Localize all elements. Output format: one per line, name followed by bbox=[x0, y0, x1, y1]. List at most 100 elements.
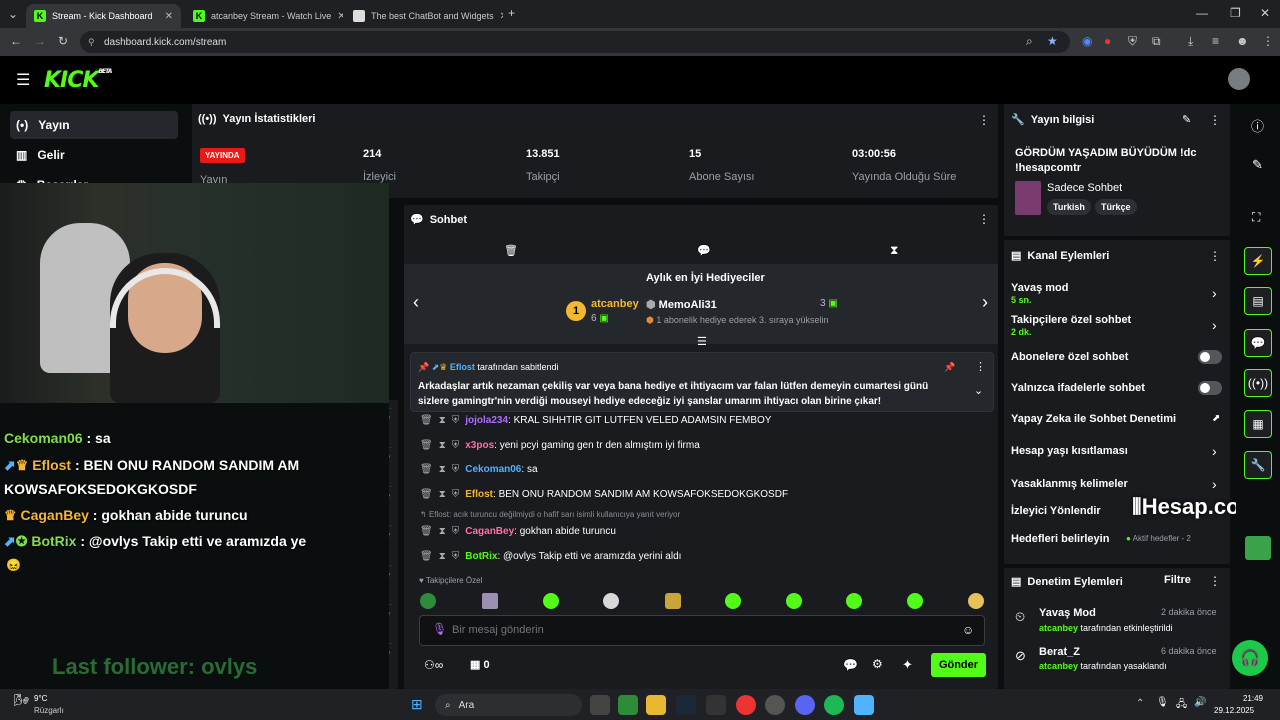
chat-bubble-icon[interactable]: 💬 bbox=[843, 658, 858, 672]
chat-message[interactable]: 🗑 ⧗ ⛨ CaganBey: gokhan abide turuncu bbox=[420, 521, 616, 541]
extensions-puzzle-icon[interactable]: ⧉ bbox=[1152, 34, 1161, 49]
subscribers-only-toggle[interactable] bbox=[1198, 350, 1222, 364]
site-info-icon[interactable]: ⚲ bbox=[88, 37, 95, 48]
hourglass-icon[interactable]: ⧗ bbox=[439, 526, 446, 537]
expand-icon[interactable]: ☰ bbox=[697, 335, 707, 348]
emote-only-toggle[interactable] bbox=[1198, 381, 1222, 395]
shield-icon[interactable]: ⛨ bbox=[452, 464, 460, 475]
app-icon[interactable] bbox=[1245, 536, 1271, 560]
info-icon[interactable]: ⓘ bbox=[1251, 116, 1264, 135]
microphone-icon[interactable]: 🎙 bbox=[432, 622, 447, 636]
emote[interactable] bbox=[420, 593, 436, 609]
trash-icon[interactable]: 🗑 bbox=[420, 489, 433, 500]
app-icon[interactable] bbox=[765, 695, 785, 715]
category-name[interactable]: Sadece Sohbet bbox=[1047, 182, 1122, 194]
browser-tab-dashboard[interactable]: K Stream - Kick Dashboard ✕ bbox=[26, 4, 181, 28]
chevron-left-icon[interactable]: ‹ bbox=[413, 292, 419, 313]
tag-chip[interactable]: Türkçe bbox=[1095, 199, 1137, 215]
category-thumbnail[interactable] bbox=[1015, 181, 1041, 215]
chat-username[interactable]: Eflost bbox=[465, 489, 493, 500]
trash-icon[interactable]: 🗑 bbox=[420, 440, 433, 451]
emote[interactable] bbox=[907, 593, 923, 609]
minecraft-icon[interactable] bbox=[618, 695, 638, 715]
external-link-icon[interactable]: ⬈ bbox=[1212, 413, 1220, 424]
kick-logo[interactable]: KICKBETA bbox=[44, 68, 112, 93]
restore-icon[interactable]: ❐ bbox=[1230, 6, 1241, 20]
more-options-icon[interactable]: ⋮ bbox=[1209, 249, 1221, 263]
emote[interactable] bbox=[846, 593, 862, 609]
shield-icon[interactable]: ⛨ bbox=[452, 551, 460, 562]
chat-message[interactable]: 🗑 ⧗ ⛨ Eflost: BEN ONU RANDOM SANDIM AM KOWS… bbox=[420, 484, 788, 504]
tray-chevron-icon[interactable]: ⌃ bbox=[1136, 698, 1144, 709]
archive-icon[interactable]: ▦ bbox=[1244, 410, 1272, 438]
chat-message[interactable]: 🗑 ⧗ ⛨ Cekoman06: sa bbox=[420, 459, 538, 479]
community-points-icon[interactable]: ⚇∞ bbox=[424, 658, 443, 672]
chrome-icon[interactable] bbox=[736, 695, 756, 715]
weather-icon[interactable]: 🌬 bbox=[14, 693, 29, 707]
steam-icon[interactable] bbox=[676, 695, 696, 715]
taskbar-search[interactable]: ⌕ Ara bbox=[435, 694, 582, 716]
hourglass-icon[interactable]: ⧗ bbox=[439, 440, 446, 451]
filter-button[interactable]: Filtre bbox=[1164, 574, 1191, 586]
action-slow-mode[interactable]: Yavaş mod bbox=[1011, 282, 1068, 294]
support-headset-button[interactable]: 🎧 bbox=[1232, 640, 1268, 676]
emote[interactable] bbox=[725, 593, 741, 609]
emote[interactable] bbox=[482, 593, 498, 609]
chevron-right-icon[interactable]: › bbox=[1212, 443, 1217, 459]
app-icon[interactable] bbox=[706, 695, 726, 715]
spotify-icon[interactable] bbox=[824, 695, 844, 715]
shield-icon[interactable]: ⛨ bbox=[452, 489, 460, 500]
shield-icon[interactable]: ⛨ bbox=[452, 440, 460, 451]
action-banned-words[interactable]: Yasaklanmış kelimeler bbox=[1011, 478, 1128, 490]
browser-tab-watch[interactable]: K atcanbey Stream - Watch Live ✕ bbox=[185, 4, 343, 28]
wand-icon[interactable]: ✦ bbox=[902, 657, 913, 673]
document-icon[interactable]: ▤ bbox=[1244, 287, 1272, 315]
hourglass-icon[interactable]: ⧗ bbox=[439, 551, 446, 562]
discord-icon[interactable] bbox=[795, 695, 815, 715]
chat-bubble-icon[interactable]: 💬 bbox=[697, 244, 711, 257]
app-icon[interactable] bbox=[854, 695, 874, 715]
flash-icon[interactable]: ⚡ bbox=[1244, 247, 1272, 275]
close-icon[interactable]: ✕ bbox=[337, 11, 343, 22]
close-icon[interactable]: ✕ bbox=[165, 11, 173, 22]
mic-icon[interactable]: 🎙 bbox=[1156, 697, 1169, 708]
top-gifter-name[interactable]: atcanbey bbox=[591, 298, 639, 310]
trash-icon[interactable]: 🗑 bbox=[420, 415, 433, 426]
chat-message-input[interactable] bbox=[452, 619, 942, 641]
reload-icon[interactable]: ↻ bbox=[58, 34, 68, 48]
tab-list-icon[interactable]: ⌄ bbox=[8, 7, 18, 21]
emote[interactable] bbox=[543, 593, 559, 609]
action-ai-moderation[interactable]: Yapay Zeka ile Sohbet Denetimi bbox=[1011, 413, 1176, 425]
network-icon[interactable]: 🖧 bbox=[1176, 697, 1187, 714]
chevron-right-icon[interactable]: › bbox=[982, 292, 988, 313]
emote[interactable] bbox=[786, 593, 802, 609]
chat-message[interactable]: 🗑 ⧗ ⛨ x3pos: yeni pcyi gaming gen tr den al… bbox=[420, 435, 700, 455]
emoji-picker-icon[interactable]: ☺ bbox=[962, 623, 974, 637]
profile-icon[interactable]: ☻ bbox=[1236, 34, 1249, 48]
chat-username[interactable]: CaganBey bbox=[465, 526, 514, 537]
unpin-icon[interactable]: 📌 bbox=[944, 362, 955, 373]
more-options-icon[interactable]: ⋮ bbox=[978, 113, 990, 127]
chat-icon[interactable]: 💬 bbox=[1244, 329, 1272, 357]
address-bar[interactable]: ⚲ dashboard.kick.com/stream bbox=[80, 31, 1070, 53]
extension-icon[interactable]: ◉ bbox=[1082, 34, 1092, 48]
chat-username[interactable]: BotRix bbox=[465, 551, 497, 562]
action-raid[interactable]: İzleyici Yönlendir bbox=[1011, 505, 1101, 517]
chat-message[interactable]: 🗑 ⧗ ⛨ BotRix: @ovlys Takip etti ve aramızda… bbox=[420, 546, 681, 566]
gear-icon[interactable]: ⚙ bbox=[872, 657, 883, 671]
close-icon[interactable]: ✕ bbox=[500, 11, 503, 22]
download-icon[interactable]: ⤓ bbox=[1188, 34, 1193, 49]
hourglass-icon[interactable]: ⧗ bbox=[439, 415, 446, 426]
trash-icon[interactable]: 🗑 bbox=[504, 244, 518, 257]
tag-chip[interactable]: Turkish bbox=[1047, 199, 1091, 215]
shield-icon[interactable]: ⛨ bbox=[452, 526, 460, 537]
emote[interactable] bbox=[665, 593, 681, 609]
bookmark-star-icon[interactable]: ★ bbox=[1047, 34, 1058, 48]
emote[interactable] bbox=[968, 593, 984, 609]
more-options-icon[interactable]: ⋮ bbox=[1209, 113, 1221, 127]
emote[interactable] bbox=[603, 593, 619, 609]
broadcast-icon[interactable]: ((•)) bbox=[1244, 369, 1272, 397]
second-gifter-name[interactable]: ⬢ MemoAli31 bbox=[646, 298, 717, 311]
extension-icon[interactable]: ⛨ bbox=[1128, 34, 1137, 49]
close-window-icon[interactable]: ✕ bbox=[1260, 6, 1270, 20]
